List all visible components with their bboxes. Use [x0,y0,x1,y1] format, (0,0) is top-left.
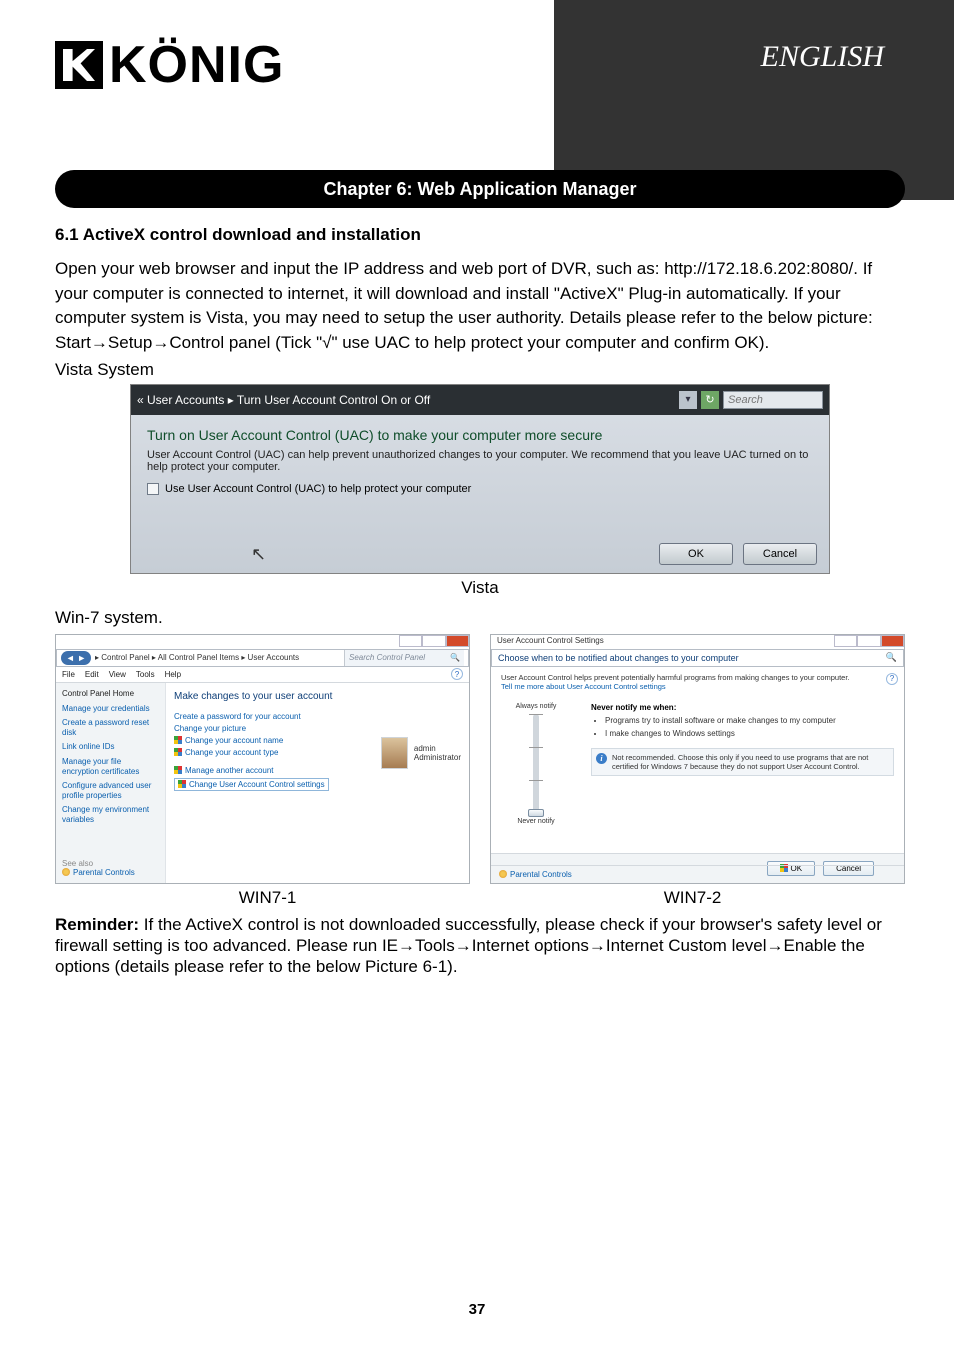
parental-controls-link[interactable]: Parental Controls [499,870,572,879]
vista-screenshot: « User Accounts ▸ Turn User Account Cont… [130,384,830,574]
caption-win7-2: WIN7-2 [480,888,905,908]
vista-checkbox-label: Use User Account Control (UAC) to help p… [165,483,471,495]
win7-2-learn-more-link[interactable]: Tell me more about User Account Control … [501,682,666,691]
win7-2-desc: User Account Control helps prevent poten… [501,673,894,691]
help-icon[interactable]: ? [886,673,898,685]
win7-2-window-title: User Account Control Settings [497,636,604,645]
win7-1-screenshot: ◄ ► ▸ Control Panel ▸ All Control Panel … [55,634,470,884]
account-role: Administrator [414,753,461,762]
caption-win7-1: WIN7-1 [55,888,480,908]
vista-caption: Vista [55,578,905,598]
window-controls[interactable] [834,635,904,649]
win7-1-breadcrumb[interactable]: ▸ Control Panel ▸ All Control Panel Item… [95,653,299,662]
win7-2-bottom-bar: Parental Controls [491,865,904,883]
chapter-title-band: Chapter 6: Web Application Manager [55,170,905,208]
help-icon[interactable]: ? [451,668,463,680]
sidebar-link-profile[interactable]: Configure advanced user profile properti… [62,781,159,800]
link-change-uac[interactable]: Change User Account Control settings [174,778,329,791]
parental-controls-link[interactable]: Parental Controls [62,868,159,877]
cursor-icon: ↖ [251,544,266,565]
link-change-picture[interactable]: Change your picture [174,724,371,733]
see-also-label: See also [62,859,159,868]
uac-slider[interactable]: Always notify Never notify [501,703,571,825]
avatar-icon [381,737,408,769]
dropdown-icon[interactable]: ▾ [679,391,697,409]
slider-label-bottom: Never notify [501,818,571,825]
logo-text: KÖNIG [109,35,284,95]
slider-thumb[interactable] [528,809,544,817]
reminder-label: Reminder: [55,915,139,934]
language-label: ENGLISH [761,40,884,74]
checkbox-icon[interactable] [147,483,159,495]
win7-1-main-heading: Make changes to your user account [174,691,461,702]
vista-uac-heading: Turn on User Account Control (UAC) to ma… [147,427,813,443]
not-recommended-infobox: Not recommended. Choose this only if you… [591,748,894,776]
page-number: 37 [0,1301,954,1318]
link-change-name[interactable]: Change your account name [174,736,371,745]
menu-view[interactable]: View [109,670,126,679]
win7-1-main: Make changes to your user account Create… [166,683,469,883]
vista-ok-button[interactable]: OK [659,543,733,565]
sidebar-link-online-ids[interactable]: Link online IDs [62,742,159,752]
reminder-text: If the ActiveX control is not downloaded… [55,915,882,977]
sidebar-link-encryption[interactable]: Manage your file encryption certificates [62,757,159,776]
search-icon[interactable]: 🔍 [886,652,897,663]
menu-tools[interactable]: Tools [136,670,155,679]
vista-breadcrumb[interactable]: « User Accounts ▸ Turn User Account Cont… [137,393,430,407]
section-heading-6-1: 6.1 ActiveX control download and install… [55,225,905,245]
search-placeholder: Search Control Panel [349,653,425,662]
uac-description-panel: Never notify me when: Programs try to in… [591,703,894,825]
win7-1-sidebar: Control Panel Home Manage your credentia… [56,683,166,883]
sidebar-link-credentials[interactable]: Manage your credentials [62,704,159,714]
slider-label-top: Always notify [501,703,571,710]
win7-2-header: Choose when to be notified about changes… [491,649,904,667]
vista-cancel-button[interactable]: Cancel [743,543,817,565]
logo: KÖNIG [55,35,284,95]
account-name: admin [414,744,461,753]
vista-search-input[interactable] [723,391,823,409]
menu-file[interactable]: File [62,670,75,679]
slider-track[interactable] [533,714,539,814]
link-change-type[interactable]: Change your account type [174,748,371,757]
vista-search-area: ▾ ↻ [679,391,823,409]
vista-uac-checkbox-row[interactable]: Use User Account Control (UAC) to help p… [147,483,813,495]
vista-system-label: Vista System [55,360,905,380]
vista-titlebar: « User Accounts ▸ Turn User Account Cont… [131,385,829,415]
account-info: admin Administrator [381,712,461,794]
win7-2-header-text: Choose when to be notified about changes… [498,653,739,663]
vista-uac-desc: User Account Control (UAC) can help prev… [147,449,813,473]
nav-back-forward-icon[interactable]: ◄ ► [61,651,91,665]
win7-2-screenshot: User Account Control Settings Choose whe… [490,634,905,884]
sidebar-link-env-vars[interactable]: Change my environment variables [62,805,159,824]
win7-1-breadcrumb-bar: ◄ ► ▸ Control Panel ▸ All Control Panel … [56,649,469,667]
control-panel-home[interactable]: Control Panel Home [62,689,159,698]
sidebar-link-password-reset[interactable]: Create a password reset disk [62,718,159,737]
never-bullet-2: I make changes to Windows settings [605,729,894,738]
win7-system-label: Win-7 system. [55,608,905,628]
link-create-password[interactable]: Create a password for your account [174,712,371,721]
win7-1-menu: File Edit View Tools Help ? [56,667,469,683]
search-icon[interactable]: 🔍 [450,653,460,662]
menu-edit[interactable]: Edit [85,670,99,679]
window-controls[interactable] [399,635,469,649]
win7-1-search[interactable]: Search Control Panel 🔍 [344,650,464,666]
never-notify-heading: Never notify me when: [591,703,676,712]
intro-paragraph: Open your web browser and input the IP a… [55,257,905,356]
logo-k-icon [55,41,103,89]
refresh-icon[interactable]: ↻ [701,391,719,409]
reminder-paragraph: Reminder: If the ActiveX control is not … [55,914,905,978]
never-bullet-1: Programs try to install software or make… [605,716,894,725]
menu-help[interactable]: Help [165,670,181,679]
link-manage-another[interactable]: Manage another account [174,766,371,775]
win7-2-body: ? User Account Control helps prevent pot… [491,667,904,853]
